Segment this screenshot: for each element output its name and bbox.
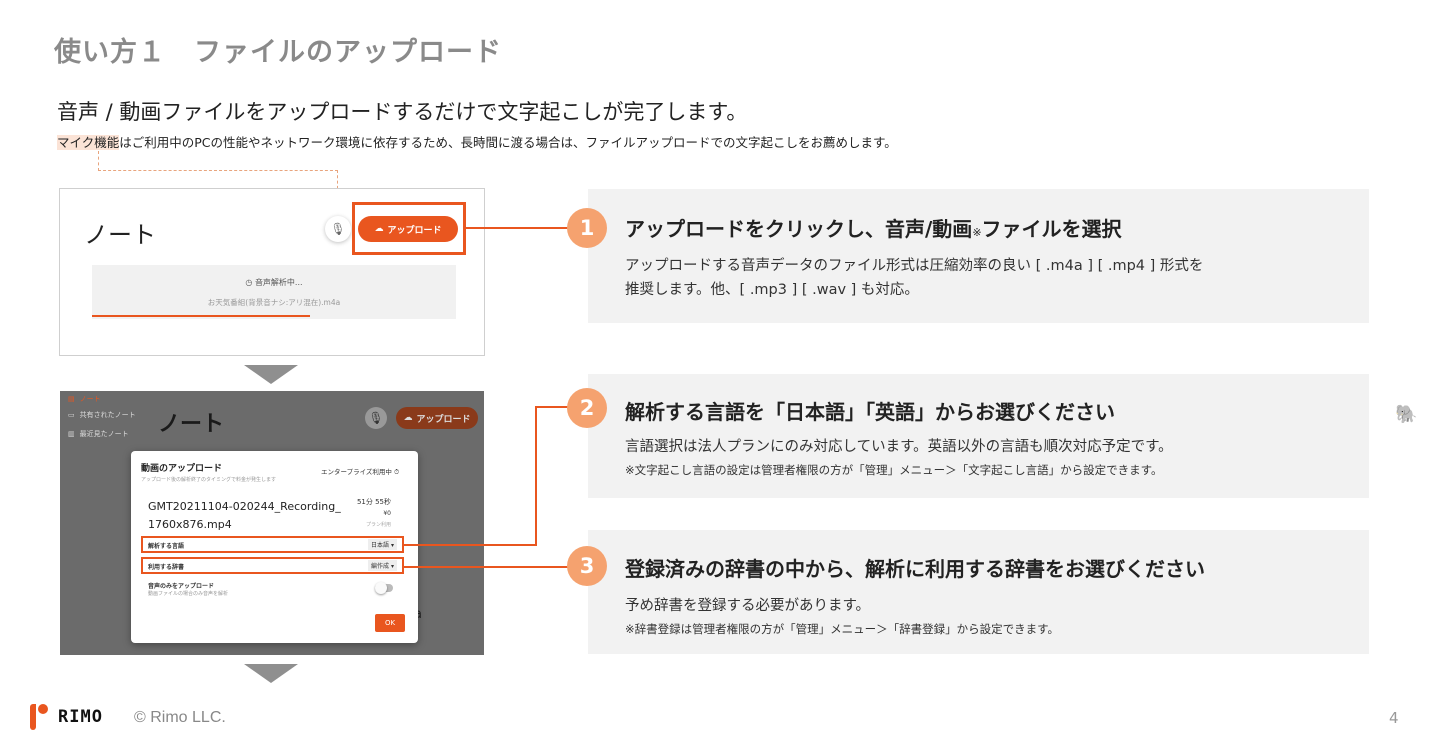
sidebar-item-label: 最近見たノート: [79, 430, 129, 438]
audio-only-label: 音声のみをアップロード: [148, 583, 215, 590]
progress-status: ◷ 音声解析中...: [92, 277, 456, 288]
step-heading-text: アップロードをクリックし、音声/動画: [625, 217, 973, 241]
step-number-2: 2: [567, 388, 607, 428]
mic-note-highlight: マイク機能: [57, 135, 120, 150]
upload-button-label: アップロード: [416, 414, 471, 425]
recent-icon: ▥: [68, 430, 75, 438]
sidebar-item-recent[interactable]: ▥ 最近見たノート: [68, 429, 129, 439]
upload-dialog-screenshot: ▤ノート ▭共有されたノート ▥最近見たノート ノート 🎙 ☁アップロード a …: [60, 391, 484, 655]
toggle-knob: [375, 582, 387, 594]
evernote-icon[interactable]: 🐘: [1395, 404, 1417, 425]
connector-line-2: [402, 544, 536, 546]
connector-line-2: [535, 406, 571, 408]
step-body: 言語選択は法人プランにのみ対応しています。英語以外の言語も順次対応予定です。: [625, 439, 1173, 455]
dashed-connector: [98, 151, 99, 171]
rimo-logo-mark: [38, 704, 48, 714]
step-heading-mark: ※: [972, 226, 982, 239]
page-number: 4: [1389, 709, 1399, 727]
page-title: 使い方１ ファイルのアップロード: [54, 37, 502, 68]
shared-icon: ▭: [68, 411, 75, 419]
step-heading: アップロードをクリックし、音声/動画※ファイルを選択: [625, 213, 1122, 242]
step-heading-text: ファイルを選択: [981, 217, 1122, 241]
mic-icon[interactable]: 🎙: [365, 407, 387, 429]
ok-button[interactable]: OK: [375, 614, 405, 632]
step-note: ※文字起こし言語の設定は管理者権限の方が「管理」メニュー＞「文字起こし言語」から…: [625, 463, 1163, 477]
arrow-down-icon: [244, 664, 298, 683]
sidebar-item-shared[interactable]: ▭ 共有されたノート: [68, 410, 136, 420]
note-icon: ▤: [68, 395, 75, 403]
step-body: アップロードする音声データのファイル形式は圧縮効率の良い [ .m4a ] [ …: [625, 254, 1203, 302]
copyright: © Rimo LLC.: [134, 709, 226, 726]
filename-line: GMT20211104-020244_Recording_: [148, 500, 341, 513]
plan-status: エンタープライズ利用中 ⏱: [321, 466, 399, 477]
sidebar-item-notes[interactable]: ▤ ノート: [68, 394, 101, 404]
connector-line-3: [402, 566, 570, 568]
price-note: プラン利用: [365, 522, 391, 528]
mic-icon[interactable]: 🎙: [325, 216, 351, 242]
step-number-3: 3: [567, 546, 607, 586]
rimo-logo-text: RIMO: [58, 707, 103, 727]
step-body-line: アップロードする音声データのファイル形式は圧縮効率の良い [ .m4a ] [ …: [625, 258, 1204, 274]
progress-filename: お天気番組(背景音ナシ:アリ混在).m4a: [207, 298, 341, 307]
mic-note: マイク機能はご利用中のPCの性能やネットワーク環境に依存するため、長時間に渡る場…: [57, 132, 897, 151]
cloud-upload-icon: ☁: [374, 224, 384, 234]
dashed-connector: [98, 170, 338, 171]
upload-button[interactable]: ☁ アップロード: [396, 407, 478, 429]
language-select[interactable]: 解析する言語 日本語 ▾: [141, 536, 404, 553]
upload-button[interactable]: ☁ アップロード: [358, 216, 458, 242]
dictionary-value-text: 編作成: [371, 563, 390, 570]
language-value-text: 日本語: [371, 542, 390, 549]
subtitle: 音声 / 動画ファイルをアップロードするだけで文字起こしが完了します。: [57, 100, 748, 124]
connector-line-2: [535, 406, 537, 546]
language-value[interactable]: 日本語 ▾: [368, 539, 397, 550]
step-panel-1: アップロードをクリックし、音声/動画※ファイルを選択 アップロードする音声データ…: [588, 189, 1369, 323]
modal-subtitle: アップロード後の解析終了のタイミングで料金が発生します: [141, 477, 277, 483]
cloud-upload-icon: ☁: [403, 413, 413, 423]
file-duration: 51分 55秒: [356, 498, 391, 506]
arrow-down-icon: [244, 365, 298, 384]
step-panel-3: 登録済みの辞書の中から、解析に利用する辞書をお選びください 予め辞書を登録する必…: [588, 530, 1369, 654]
upload-screenshot: ノート 🎙 ☁ アップロード ◷ 音声解析中... お天気番組(背景音ナシ:アリ混…: [59, 188, 485, 356]
sidebar-item-label: 共有されたノート: [79, 411, 136, 419]
step-number-1: 1: [567, 208, 607, 248]
filename-line: 1760x876.mp4: [148, 518, 232, 531]
rimo-logo-mark: [30, 704, 36, 730]
step-note: ※辞書登録は管理者権限の方が「管理」メニュー＞「辞書登録」から設定できます。: [625, 622, 1059, 636]
upload-filename: GMT20211104-020244_Recording_ 1760x876.mp…: [148, 498, 341, 534]
note-title: ノート: [84, 221, 156, 249]
file-price: ¥0: [383, 510, 391, 517]
step-body: 予め辞書を登録する必要があります。: [625, 598, 871, 614]
step-body-line: 推奨します。他、[ .mp3 ] [ .wav ] も対応。: [625, 282, 919, 298]
mic-note-text: はご利用中のPCの性能やネットワーク環境に依存するため、長時間に渡る場合は、ファ…: [119, 135, 897, 150]
connector-line-1: [465, 227, 570, 229]
upload-button-label: アップロード: [387, 225, 442, 236]
modal-title: 動画のアップロード: [141, 464, 223, 474]
language-label: 解析する言語: [148, 543, 185, 550]
clock-icon: ◷: [245, 278, 255, 287]
upload-modal: 動画のアップロード アップロード後の解析終了のタイミングで料金が発生します エン…: [131, 451, 418, 643]
upload-progress-card: ◷ 音声解析中... お天気番組(背景音ナシ:アリ混在).m4a: [92, 265, 456, 319]
progress-bar: [92, 315, 311, 317]
plan-status-text: エンタープライズ利用中: [321, 468, 392, 476]
audio-only-toggle[interactable]: [375, 582, 393, 594]
progress-status-text: 音声解析中...: [254, 278, 303, 287]
dictionary-value[interactable]: 編作成 ▾: [368, 560, 397, 571]
dictionary-select[interactable]: 利用する辞書 編作成 ▾: [141, 557, 404, 574]
timer-icon: ⏱: [394, 468, 400, 476]
note-title: ノート: [158, 412, 225, 437]
chevron-down-icon: ▾: [390, 563, 394, 570]
step-heading: 登録済みの辞書の中から、解析に利用する辞書をお選びください: [625, 557, 1205, 581]
chevron-down-icon: ▾: [390, 542, 394, 549]
audio-only-sublabel: 動画ファイルの場合のみ音声を解析: [148, 591, 229, 597]
step-panel-2: 解析する言語を「日本語」「英語」からお選びください 言語選択は法人プランにのみ対…: [588, 374, 1369, 498]
step-heading: 解析する言語を「日本語」「英語」からお選びください: [625, 400, 1115, 424]
sidebar-item-label: ノート: [79, 395, 101, 403]
dictionary-label: 利用する辞書: [148, 564, 185, 571]
